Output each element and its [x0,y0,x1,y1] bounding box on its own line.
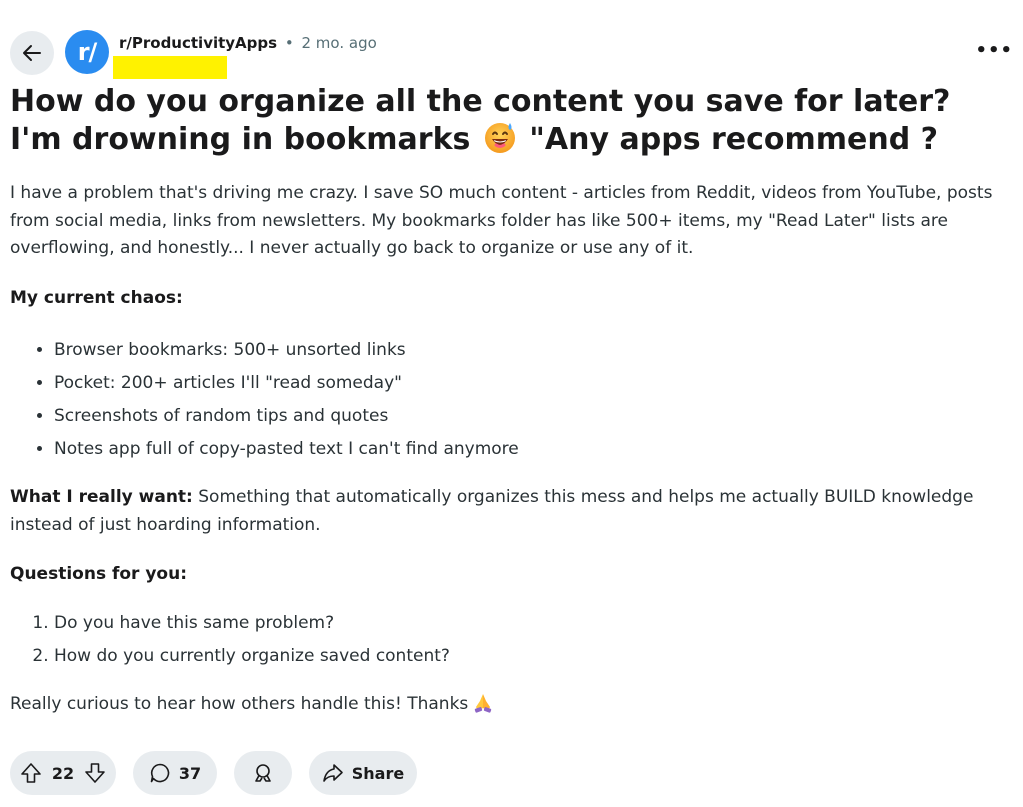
post-body: I have a problem that's driving me crazy… [10,180,1015,718]
upvote-icon[interactable] [20,762,42,784]
back-button[interactable] [10,31,54,75]
title-text-end: "Any apps recommend ? [518,122,939,157]
post-page: r/ r/ProductivityApps • 2 mo. ago ••• Ho… [0,0,1023,807]
arrow-left-icon [23,45,41,61]
chaos-list: Browser bookmarks: 500+ unsorted links P… [10,334,1015,466]
subreddit-link[interactable]: r/ProductivityApps [119,34,277,52]
list-item: Do you have this same problem? [54,607,1015,640]
list-item: Pocket: 200+ articles I'll "read someday… [54,367,1015,400]
intro-paragraph: I have a problem that's driving me crazy… [10,183,993,258]
author-redaction [113,56,227,79]
subreddit-avatar[interactable]: r/ [65,30,109,74]
grinning-sweat-emoji-icon [484,123,515,153]
closing-text: Really curious to hear how others handle… [10,693,469,714]
post-meta: r/ProductivityApps • 2 mo. ago [119,33,377,53]
list-item: Notes app full of copy-pasted text I can… [54,433,1015,466]
closing-paragraph: Really curious to hear how others handle… [10,691,1015,719]
share-icon [322,764,343,782]
action-bar: 22 37 Share [10,751,417,795]
questions-heading: Questions for you: [10,564,188,584]
chaos-heading: My current chaos: [10,287,183,308]
downvote-icon[interactable] [84,762,106,784]
folded-hands-emoji-icon [475,693,492,713]
meta-separator: • [284,34,294,52]
share-button[interactable]: Share [309,751,417,795]
vote-count: 22 [51,763,75,783]
list-item: Screenshots of random tips and quotes [54,400,1015,433]
want-paragraph: What I really want: Something that autom… [10,484,1015,539]
want-label: What I really want: [10,487,193,507]
comment-count: 37 [178,763,202,783]
comment-icon [150,763,170,783]
comments-button[interactable]: 37 [133,751,217,795]
award-button[interactable] [234,751,292,795]
list-item: Browser bookmarks: 500+ unsorted links [54,334,1015,367]
more-options-button[interactable]: ••• [975,42,1013,60]
post-title: How do you organize all the content you … [10,83,1010,158]
post-age: 2 mo. ago [301,34,377,52]
list-item: How do you currently organize saved cont… [54,640,1015,673]
vote-control: 22 [10,751,116,795]
award-icon [255,764,271,782]
questions-list: Do you have this same problem? How do yo… [10,607,1015,673]
share-label: Share [351,763,405,783]
